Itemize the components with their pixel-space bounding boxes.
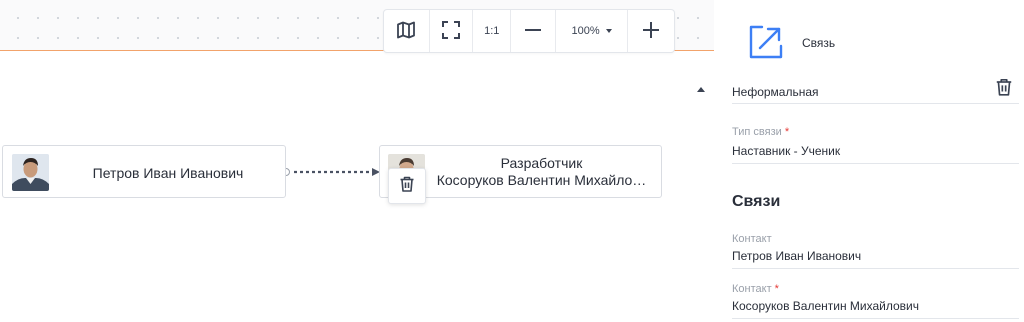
- contact-value: Косоруков Валентин Михайлович: [732, 299, 920, 313]
- trash-icon: [398, 175, 416, 198]
- fit-screen-button[interactable]: [430, 10, 474, 52]
- contact-label: Контакт *: [732, 283, 779, 295]
- node-contact-role: Разработчик: [500, 155, 583, 171]
- actual-size-label: 1:1: [484, 25, 500, 37]
- zoom-value: 100%: [571, 25, 600, 37]
- contact-field[interactable]: Контакт * Косоруков Валентин Михайлович: [732, 279, 1019, 319]
- section-title: Связи: [732, 193, 781, 210]
- relation-type-value: Наставник - Ученик: [732, 144, 841, 158]
- contact-value: Петров Иван Иванович: [732, 249, 862, 263]
- diagram-canvas[interactable]: 1:1 100% Петров Иван Иванович Разработчи…: [0, 0, 714, 322]
- node-contact-name: Петров Иван Иванович: [92, 164, 244, 181]
- relation-connector[interactable]: [280, 163, 390, 181]
- delete-node-button[interactable]: [388, 168, 426, 204]
- contact-label: Контакт: [732, 233, 772, 245]
- panel-title: Связь: [802, 36, 836, 50]
- relation-kind-value: Неформальная: [732, 85, 819, 99]
- contact-field[interactable]: Контакт Петров Иван Иванович: [732, 229, 1019, 269]
- contact-node[interactable]: Петров Иван Иванович: [2, 145, 286, 198]
- relation-details-panel: Связь Неформальная Тип связи * Наставник…: [714, 0, 1024, 322]
- collapse-caret-icon[interactable]: [697, 87, 705, 92]
- node-text: Разработчик Косоруков Валентин Михайло…: [432, 155, 651, 189]
- trash-icon: [994, 77, 1014, 102]
- relation-type-label: Тип связи *: [732, 126, 790, 138]
- fullscreen-icon: [441, 20, 461, 43]
- plus-icon: [642, 21, 660, 42]
- map-button[interactable]: [384, 10, 430, 52]
- minus-icon: [524, 21, 542, 42]
- chevron-down-icon: [605, 29, 612, 33]
- avatar: [12, 154, 49, 191]
- relation-type-field[interactable]: Тип связи * Наставник - Ученик: [732, 122, 1019, 164]
- zoom-out-button[interactable]: [511, 10, 556, 52]
- zoom-select[interactable]: 100%: [556, 10, 629, 52]
- arrow-up-right-icon: [746, 22, 786, 67]
- relation-kind-field[interactable]: Неформальная: [732, 74, 1019, 104]
- map-icon: [396, 20, 416, 43]
- delete-relation-button[interactable]: [993, 78, 1015, 100]
- node-contact-name: Косоруков Валентин Михайло…: [436, 172, 647, 188]
- link-type-badge: [741, 19, 791, 69]
- zoom-toolbar: 1:1 100%: [383, 9, 675, 53]
- zoom-in-button[interactable]: [628, 10, 674, 52]
- actual-size-button[interactable]: 1:1: [473, 10, 512, 52]
